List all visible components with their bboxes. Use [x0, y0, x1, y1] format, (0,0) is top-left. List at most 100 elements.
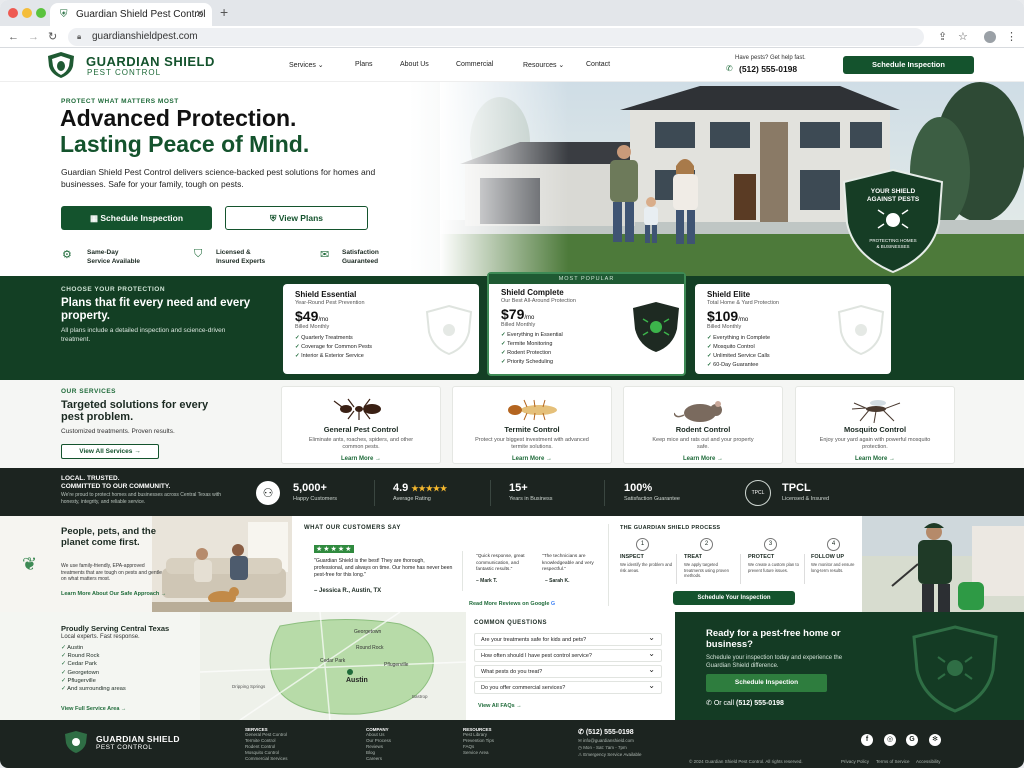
header-schedule-button[interactable]: Schedule Inspection	[843, 56, 974, 74]
footer-phone[interactable]: ✆ (512) 555-0198	[578, 728, 634, 736]
minimize-window-icon[interactable]	[22, 8, 32, 18]
browser-window: ⛨ Guardian Shield Pest Control ✕ + ← → ↻…	[0, 0, 1024, 768]
reload-icon[interactable]: ↻	[48, 26, 57, 48]
nav-resources[interactable]: Resources ⌄	[523, 61, 564, 69]
plans-title: Plans that fit every need and every prop…	[61, 297, 251, 322]
faq-view-all-link[interactable]: View All FAQs →	[478, 703, 522, 709]
process-schedule-button[interactable]: Schedule Your Inspection	[673, 591, 795, 605]
back-icon[interactable]: ←	[8, 26, 19, 48]
plan-card-elite[interactable]: Shield Elite Total Home & Yard Protectio…	[695, 284, 891, 374]
close-window-icon[interactable]	[8, 8, 18, 18]
nav-plans[interactable]: Plans	[355, 61, 373, 68]
google-logo-icon: G	[550, 601, 556, 607]
process-step: 4 FOLLOW UP We monitor and ensure long-t…	[811, 538, 867, 573]
process-title: THE GUARDIAN SHIELD PROCESS	[620, 525, 721, 531]
service-name: General Pest Control	[323, 425, 399, 434]
service-card-general[interactable]: General Pest Control Eliminate ants, roa…	[281, 386, 441, 464]
planet-learn-more-link[interactable]: Learn More About Our Safe Approach →	[61, 591, 166, 597]
google-reviews-link[interactable]: Read More Reviews on Google G	[469, 601, 555, 607]
service-learn-more-link[interactable]: Learn More →	[453, 456, 611, 462]
instagram-icon[interactable]: ◎	[884, 734, 896, 746]
plan-features: Quarterly Treatments Coverage for Common…	[295, 335, 372, 362]
faq-item[interactable]: Do you offer commercial services?	[474, 680, 662, 694]
hero-view-plans-button[interactable]: ⛨ View Plans	[225, 206, 368, 230]
plans-eyebrow: CHOOSE YOUR PROTECTION	[61, 286, 166, 293]
footer-email[interactable]: ✉ info@guardianshield.com	[578, 738, 634, 744]
terms-link[interactable]: Terms of Service	[876, 759, 910, 765]
facebook-icon[interactable]: f	[861, 734, 873, 746]
plan-billing: Billed Monthly	[295, 324, 330, 330]
review-main-quote: "Guardian Shield is the best! They are t…	[314, 558, 453, 578]
google-icon[interactable]: G	[906, 734, 918, 746]
bookmark-star-icon[interactable]: ☆	[958, 26, 968, 48]
stats-title-line-2: COMMITTED TO OUR COMMUNITY.	[61, 483, 171, 490]
menu-dots-icon[interactable]: ⋮	[1006, 26, 1017, 48]
faq-item[interactable]: How often should I have pest control ser…	[474, 648, 662, 662]
service-description: Protect your biggest investment with adv…	[475, 437, 589, 450]
footer-link[interactable]: Careers	[366, 756, 391, 762]
service-learn-more-link[interactable]: Learn More →	[282, 456, 440, 462]
hero-schedule-button[interactable]: ▦ Schedule Inspection	[61, 206, 212, 230]
service-area-subtitle: Local experts. Fast response.	[61, 634, 140, 640]
address-bar: ← → ↻ 🔒︎ guardianshieldpest.com ⇪ ☆ ⋮	[0, 26, 1024, 48]
plan-period: /mo	[318, 317, 329, 323]
services-section: OUR SERVICES Targeted solutions for ever…	[0, 380, 1024, 468]
footer-link[interactable]: Service Area	[463, 750, 494, 756]
mouse-icon	[674, 401, 722, 422]
map-label-dripping-springs: Dripping Springs	[232, 684, 266, 689]
cta-schedule-button[interactable]: Schedule Inspection	[706, 674, 827, 692]
nav-commercial[interactable]: Commercial	[456, 61, 493, 68]
service-name: Rodent Control	[675, 425, 731, 434]
service-card-termite[interactable]: Termite Control Protect your biggest inv…	[452, 386, 612, 464]
shield-outline-icon	[912, 625, 998, 713]
privacy-policy-link[interactable]: Privacy Policy	[841, 759, 869, 765]
nav-services[interactable]: Services ⌄	[289, 61, 324, 69]
accessibility-link[interactable]: Accessibility	[916, 759, 941, 765]
stat-value: 100%	[624, 482, 653, 494]
map-label-round-rock: Round Rock	[356, 645, 384, 651]
browser-tab[interactable]: ⛨ Guardian Shield Pest Control ✕	[50, 3, 212, 26]
footer-link[interactable]: Commercial Services	[245, 756, 288, 762]
shield-badge-icon	[842, 168, 944, 274]
service-card-rodent[interactable]: Rodent Control Keep mice and rats out an…	[623, 386, 783, 464]
service-area-link[interactable]: View Full Service Area →	[61, 706, 126, 712]
footer-services-column: SERVICES General Pest Control Termite Co…	[245, 727, 288, 762]
view-all-services-button[interactable]: View All Services →	[61, 444, 159, 459]
brand-name[interactable]: GUARDIAN SHIELD	[86, 54, 215, 69]
stats-title-line-1: LOCAL. TRUSTED.	[61, 475, 120, 482]
plan-name: Shield Complete	[501, 288, 564, 297]
forward-icon[interactable]: →	[28, 26, 39, 48]
nav-contact[interactable]: Contact	[586, 61, 610, 68]
share-icon[interactable]: ⇪	[938, 26, 947, 48]
mid-section: ❦ People, pets, and the planet come firs…	[0, 516, 1024, 612]
plan-card-complete[interactable]: MOST POPULAR Shield Complete Our Best Al…	[487, 272, 686, 376]
cta-call-line[interactable]: ✆ Or call (512) 555-0198	[706, 699, 784, 707]
services-eyebrow: OUR SERVICES	[61, 388, 117, 395]
shield-small-icon: ⛨	[269, 213, 279, 223]
review-stars: ★★★★★	[314, 545, 355, 553]
process-step: 2 TREAT We apply targeted treatments usi…	[684, 538, 744, 579]
services-title: Targeted solutions for every pest proble…	[61, 399, 209, 423]
header-phone[interactable]: (512) 555-0198	[739, 64, 797, 74]
hero-title-line-2: Lasting Peace of Mind.	[60, 131, 310, 157]
service-learn-more-link[interactable]: Learn More →	[796, 456, 954, 462]
footer-company-column: COMPANY About Us Our Process Reviews Blo…	[366, 727, 392, 762]
lower-section: Georgetown Round Rock Cedar Park Pfluger…	[0, 612, 1024, 720]
maximize-window-icon[interactable]	[36, 8, 46, 18]
faq-item[interactable]: Are your treatments safe for kids and pe…	[474, 632, 662, 646]
new-tab-icon[interactable]: +	[220, 4, 228, 20]
stat-value: 4.9	[393, 482, 409, 494]
service-learn-more-link[interactable]: Learn More →	[624, 456, 782, 462]
phone-icon: ✆	[578, 729, 586, 736]
faq-item[interactable]: What pests do you treat?	[474, 664, 662, 678]
service-card-mosquito[interactable]: Mosquito Control Enjoy your yard again w…	[795, 386, 955, 464]
profile-avatar[interactable]	[984, 31, 996, 43]
yelp-icon[interactable]: ✻	[929, 734, 941, 746]
nav-about-us[interactable]: About Us	[400, 61, 429, 68]
plan-card-essential[interactable]: Shield Essential Year-Round Pest Prevent…	[283, 284, 479, 374]
url-field[interactable]: 🔒︎ guardianshieldpest.com	[68, 28, 924, 46]
handshake-icon: ✉	[320, 249, 330, 261]
close-tab-icon[interactable]: ✕	[196, 3, 204, 26]
planet-description: We use family-friendly, EPA-approved tre…	[61, 563, 162, 582]
shield-watermark-icon	[837, 304, 885, 356]
